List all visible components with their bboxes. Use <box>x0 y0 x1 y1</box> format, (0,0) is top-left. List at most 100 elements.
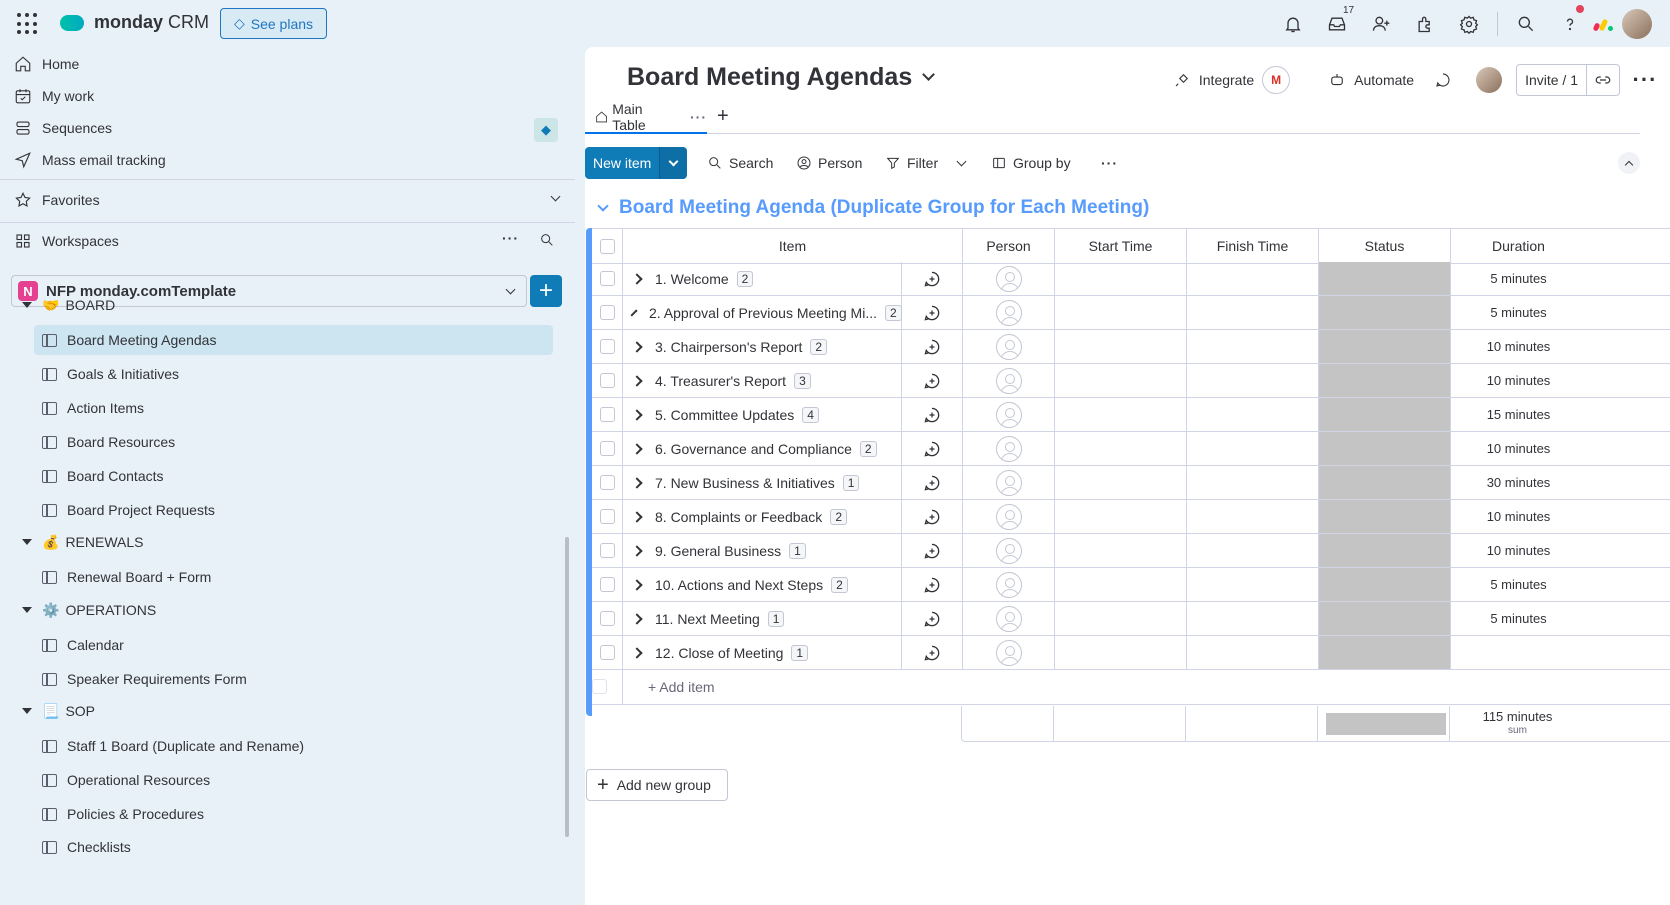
duration-cell[interactable]: 10 minutes <box>1451 432 1586 465</box>
person-cell[interactable] <box>963 296 1055 329</box>
notifications-bell-icon[interactable] <box>1271 0 1315 47</box>
item-name[interactable]: 11. Next Meeting <box>655 611 760 627</box>
add-to-workspace-button[interactable]: + <box>530 275 562 307</box>
start-time-cell[interactable] <box>1055 296 1187 329</box>
apps-grid-icon[interactable] <box>17 13 39 35</box>
nav-mass-email-tracking[interactable]: Mass email tracking <box>14 145 166 175</box>
item-name[interactable]: 6. Governance and Compliance <box>655 441 852 457</box>
integrate-button[interactable]: Integrate M <box>1163 63 1300 97</box>
person-filter-button[interactable]: Person <box>796 147 862 179</box>
subitems-count-badge[interactable]: 3 <box>794 372 811 389</box>
subitems-count-badge[interactable]: 2 <box>885 304 902 321</box>
tab-main-table[interactable]: Main Table ··· <box>585 101 707 134</box>
status-cell[interactable] <box>1319 398 1451 431</box>
add-update-cell[interactable] <box>902 330 963 363</box>
expand-subitems-icon[interactable] <box>631 340 643 353</box>
see-plans-button[interactable]: ◇ See plans <box>220 8 327 39</box>
item-name[interactable]: 9. General Business <box>655 543 781 559</box>
row-checkbox[interactable] <box>599 509 615 524</box>
table-row[interactable]: 8. Complaints or Feedback 2 10 minutes <box>592 500 1670 534</box>
column-header-item[interactable]: Item <box>623 229 963 263</box>
add-update-cell[interactable] <box>902 602 963 635</box>
item-name-cell[interactable]: 8. Complaints or Feedback 2 <box>623 500 902 533</box>
start-time-cell[interactable] <box>1055 500 1187 533</box>
column-header-finish-time[interactable]: Finish Time <box>1187 229 1319 263</box>
table-row[interactable]: 4. Treasurer's Report 3 10 minutes <box>592 364 1670 398</box>
person-cell[interactable] <box>963 602 1055 635</box>
finish-time-cell[interactable] <box>1187 364 1319 397</box>
start-time-cell[interactable] <box>1055 330 1187 363</box>
finish-time-cell[interactable] <box>1187 330 1319 363</box>
duration-cell[interactable]: 5 minutes <box>1451 568 1586 601</box>
subitems-count-badge[interactable]: 1 <box>789 542 806 559</box>
item-name[interactable]: 1. Welcome <box>655 271 729 287</box>
board-link[interactable]: Calendar <box>34 630 553 660</box>
column-header-person[interactable]: Person <box>963 229 1055 263</box>
new-item-dropdown-icon[interactable] <box>659 147 688 179</box>
folder-board[interactable]: 🤝 BOARD <box>22 291 115 319</box>
duration-cell[interactable]: 10 minutes <box>1451 500 1586 533</box>
board-link[interactable]: Policies & Procedures <box>34 799 553 829</box>
add-item-row[interactable]: + Add item <box>592 669 1670 705</box>
subitems-count-badge[interactable]: 2 <box>736 270 754 287</box>
invite-members-icon[interactable] <box>1359 0 1403 47</box>
table-row[interactable]: 7. New Business & Initiatives 1 30 minut… <box>592 466 1670 500</box>
expand-subitems-icon[interactable] <box>631 408 643 421</box>
item-name[interactable]: 2. Approval of Previous Meeting Mi... <box>649 305 877 321</box>
duration-cell[interactable]: 30 minutes <box>1451 466 1586 499</box>
item-name-cell[interactable]: 1. Welcome 2 <box>623 262 902 295</box>
table-row[interactable]: 5. Committee Updates 4 15 minutes <box>592 398 1670 432</box>
add-update-cell[interactable] <box>902 432 963 465</box>
status-cell[interactable] <box>1319 432 1451 465</box>
finish-time-cell[interactable] <box>1187 466 1319 499</box>
subitems-count-badge[interactable]: 2 <box>830 508 847 525</box>
nav-home[interactable]: Home <box>14 49 79 79</box>
chevron-down-icon[interactable] <box>956 156 967 166</box>
board-link[interactable]: Board Meeting Agendas <box>34 325 553 355</box>
status-cell[interactable] <box>1319 296 1451 329</box>
duration-cell[interactable]: 5 minutes <box>1451 602 1586 635</box>
person-cell[interactable] <box>963 398 1055 431</box>
board-link[interactable]: Board Contacts <box>34 461 553 491</box>
board-link[interactable]: Speaker Requirements Form <box>34 664 553 694</box>
item-name[interactable]: 12. Close of Meeting <box>655 645 783 661</box>
person-cell[interactable] <box>963 432 1055 465</box>
finish-time-cell[interactable] <box>1187 296 1319 329</box>
row-checkbox[interactable] <box>599 543 615 558</box>
finish-time-cell[interactable] <box>1187 534 1319 567</box>
item-name[interactable]: 3. Chairperson's Report <box>655 339 802 355</box>
board-title[interactable]: Board Meeting Agendas <box>627 63 936 92</box>
item-name-cell[interactable]: 11. Next Meeting 1 <box>623 602 902 635</box>
subitems-count-badge[interactable]: 4 <box>802 406 819 423</box>
board-link[interactable]: Action Items <box>34 393 553 423</box>
board-link[interactable]: Board Resources <box>34 427 553 457</box>
row-checkbox[interactable] <box>599 475 615 490</box>
finish-time-cell[interactable] <box>1187 636 1319 669</box>
table-row[interactable]: 12. Close of Meeting 1 <box>592 636 1670 670</box>
duration-cell[interactable] <box>1451 636 1586 669</box>
add-update-cell[interactable] <box>902 466 963 499</box>
expand-subitems-icon[interactable] <box>631 272 643 285</box>
search-icon[interactable] <box>1504 0 1548 47</box>
subitems-count-badge[interactable]: 2 <box>859 440 877 457</box>
expand-subitems-icon[interactable] <box>631 476 643 489</box>
item-name-cell[interactable]: 5. Committee Updates 4 <box>623 398 902 431</box>
duration-cell[interactable]: 5 minutes <box>1451 296 1586 329</box>
duration-cell[interactable]: 5 minutes <box>1451 262 1586 295</box>
start-time-cell[interactable] <box>1055 568 1187 601</box>
expand-subitems-icon[interactable] <box>631 646 643 659</box>
nav-my-work[interactable]: My work <box>14 81 94 111</box>
add-update-cell[interactable] <box>902 398 963 431</box>
finish-time-cell[interactable] <box>1187 602 1319 635</box>
item-name-cell[interactable]: 9. General Business 1 <box>623 534 902 567</box>
favorites-section[interactable]: Favorites <box>14 185 561 215</box>
status-cell[interactable] <box>1319 330 1451 363</box>
upgrade-diamond-icon[interactable]: ◆ <box>534 118 558 142</box>
group-header[interactable]: Board Meeting Agenda (Duplicate Group fo… <box>597 197 1149 219</box>
invite-button[interactable]: Invite / 1 <box>1517 65 1587 95</box>
finish-time-cell[interactable] <box>1187 262 1319 295</box>
person-cell[interactable] <box>963 500 1055 533</box>
finish-time-cell[interactable] <box>1187 398 1319 431</box>
add-update-cell[interactable] <box>902 568 963 601</box>
expand-subitems-icon[interactable] <box>631 612 643 625</box>
